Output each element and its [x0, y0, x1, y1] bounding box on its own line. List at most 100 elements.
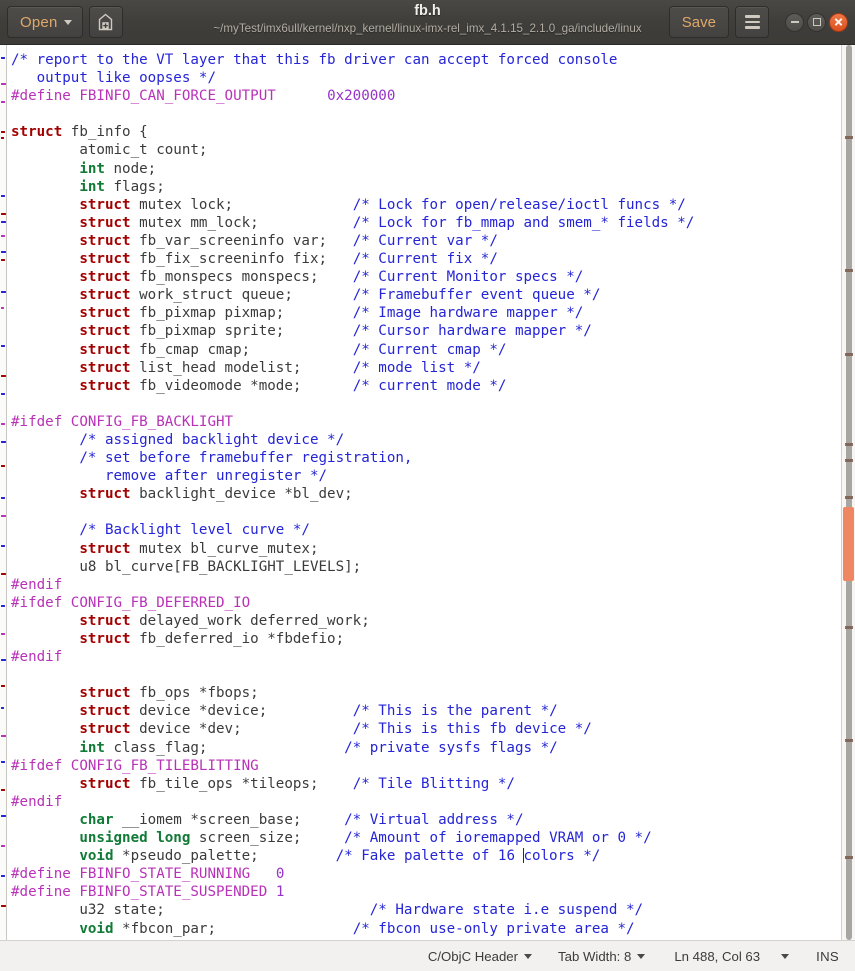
chevron-down-icon — [781, 953, 790, 959]
code-token: struct — [79, 540, 131, 557]
source-code-text[interactable]: /* report to the VT layer that this fb d… — [7, 45, 841, 938]
code-token: struct — [79, 685, 131, 702]
code-token: FBINFO_STATE_RUNNING — [79, 866, 251, 883]
code-viewport[interactable]: /* report to the VT layer that this fb d… — [7, 45, 841, 940]
code-token: node; — [104, 160, 157, 177]
code-token: /* report to the VT layer that this fb d… — [11, 52, 618, 68]
code-token: #endif — [11, 576, 63, 593]
code-token: fb_monspecs monspecs; — [130, 269, 353, 286]
minimap-mark — [1, 291, 6, 293]
code-token: /* Cursor hardware mapper */ — [352, 323, 592, 340]
code-token: struct — [79, 703, 131, 720]
chevron-down-icon — [637, 953, 646, 959]
code-token: int — [79, 160, 105, 177]
minimap-mark — [1, 131, 5, 133]
minimap-mark — [1, 845, 5, 847]
code-token: #endif — [11, 649, 63, 666]
minimap-mark — [1, 393, 5, 395]
code-token: /* Virtual address */ — [344, 811, 524, 828]
code-token: __iomem *screen_base; — [113, 811, 345, 828]
tab-width-selector[interactable]: Tab Width: 8 — [545, 941, 658, 971]
close-button[interactable] — [829, 12, 848, 32]
code-token: output like oopses */ — [11, 70, 216, 87]
minimap-mark — [1, 633, 5, 635]
code-token: struct — [79, 775, 131, 792]
minimap-mark — [1, 251, 6, 253]
minimap-mark — [1, 137, 4, 139]
code-token: device *dev; — [130, 721, 353, 738]
minimap-mark — [1, 545, 5, 547]
document-minimap[interactable] — [0, 45, 7, 940]
minimap-mark — [1, 761, 5, 763]
code-token: 1 — [275, 884, 285, 901]
code-token: /* Fake palette of 16 — [335, 848, 524, 865]
save-button[interactable]: Save — [668, 6, 729, 38]
code-token: delayed_work deferred_work; — [130, 612, 370, 629]
scrollbar-thumb[interactable] — [843, 506, 854, 582]
code-token: fb_pixmap pixmap; — [130, 305, 353, 322]
open-button-label: Open — [20, 13, 58, 31]
code-token: /* Current cmap */ — [352, 341, 507, 358]
minimize-icon — [790, 21, 799, 23]
code-token: fb_videomode *mode; — [130, 377, 353, 394]
code-token: /* set before framebuffer registration, — [79, 450, 413, 467]
code-token: class_flag; — [104, 739, 345, 756]
code-token: struct — [79, 486, 131, 503]
code-token: struct — [79, 251, 131, 268]
code-token: /* Current fix */ — [352, 251, 498, 268]
maximize-icon — [812, 18, 821, 26]
code-token: struct — [79, 287, 131, 304]
open-button[interactable]: Open — [7, 6, 83, 38]
code-token: /* fbcon use-only private area */ — [352, 920, 635, 937]
code-token: FBINFO_STATE_SUSPENDED — [79, 884, 268, 901]
code-token: struct — [11, 124, 63, 141]
code-token: #define — [11, 884, 80, 901]
scrollbar-trough[interactable] — [846, 45, 852, 940]
maximize-button[interactable] — [807, 12, 826, 32]
minimap-mark — [1, 83, 6, 85]
minimize-button[interactable] — [785, 12, 804, 32]
chevron-down-icon — [524, 953, 533, 959]
vertical-scrollbar[interactable] — [841, 45, 855, 940]
code-token: #ifdef — [11, 594, 71, 611]
code-token: #endif — [11, 793, 63, 810]
scrollbar-search-marker — [845, 459, 853, 463]
code-token: void — [79, 848, 114, 865]
code-token: /* assigned backlight device */ — [79, 431, 345, 448]
scrollbar-search-marker — [845, 352, 853, 356]
code-token: remove after unregister */ — [11, 468, 328, 485]
code-token: CONFIG_FB_DEFERRED_IO — [70, 594, 251, 611]
overview-toggle[interactable] — [768, 941, 802, 971]
minimap-mark — [1, 307, 4, 309]
minimap-mark — [1, 423, 5, 425]
minimap-mark — [1, 815, 6, 817]
code-token: /* Current var */ — [352, 232, 498, 249]
insert-mode-label: INS — [816, 948, 839, 964]
code-token: struct — [79, 269, 131, 286]
minimap-mark — [1, 345, 5, 347]
code-token: fb_tile_ops *tileops; — [130, 775, 353, 792]
main-menu-button[interactable] — [735, 6, 769, 38]
code-token: u32 state; — [11, 902, 370, 919]
titlebar: Open fb.h ~/myTest/imx6ull/kernel/nxp_ke… — [0, 0, 855, 45]
code-token: struct — [79, 612, 131, 629]
save-as-button[interactable] — [88, 6, 123, 38]
minimap-mark — [1, 497, 5, 499]
code-token: mutex bl_curve_mutex; — [130, 540, 319, 557]
code-token: u8 bl_curve[FB_BACKLIGHT_LEVELS]; — [11, 558, 362, 575]
chevron-down-icon — [63, 19, 72, 25]
language-selector[interactable]: C/ObjC Header — [415, 941, 545, 971]
